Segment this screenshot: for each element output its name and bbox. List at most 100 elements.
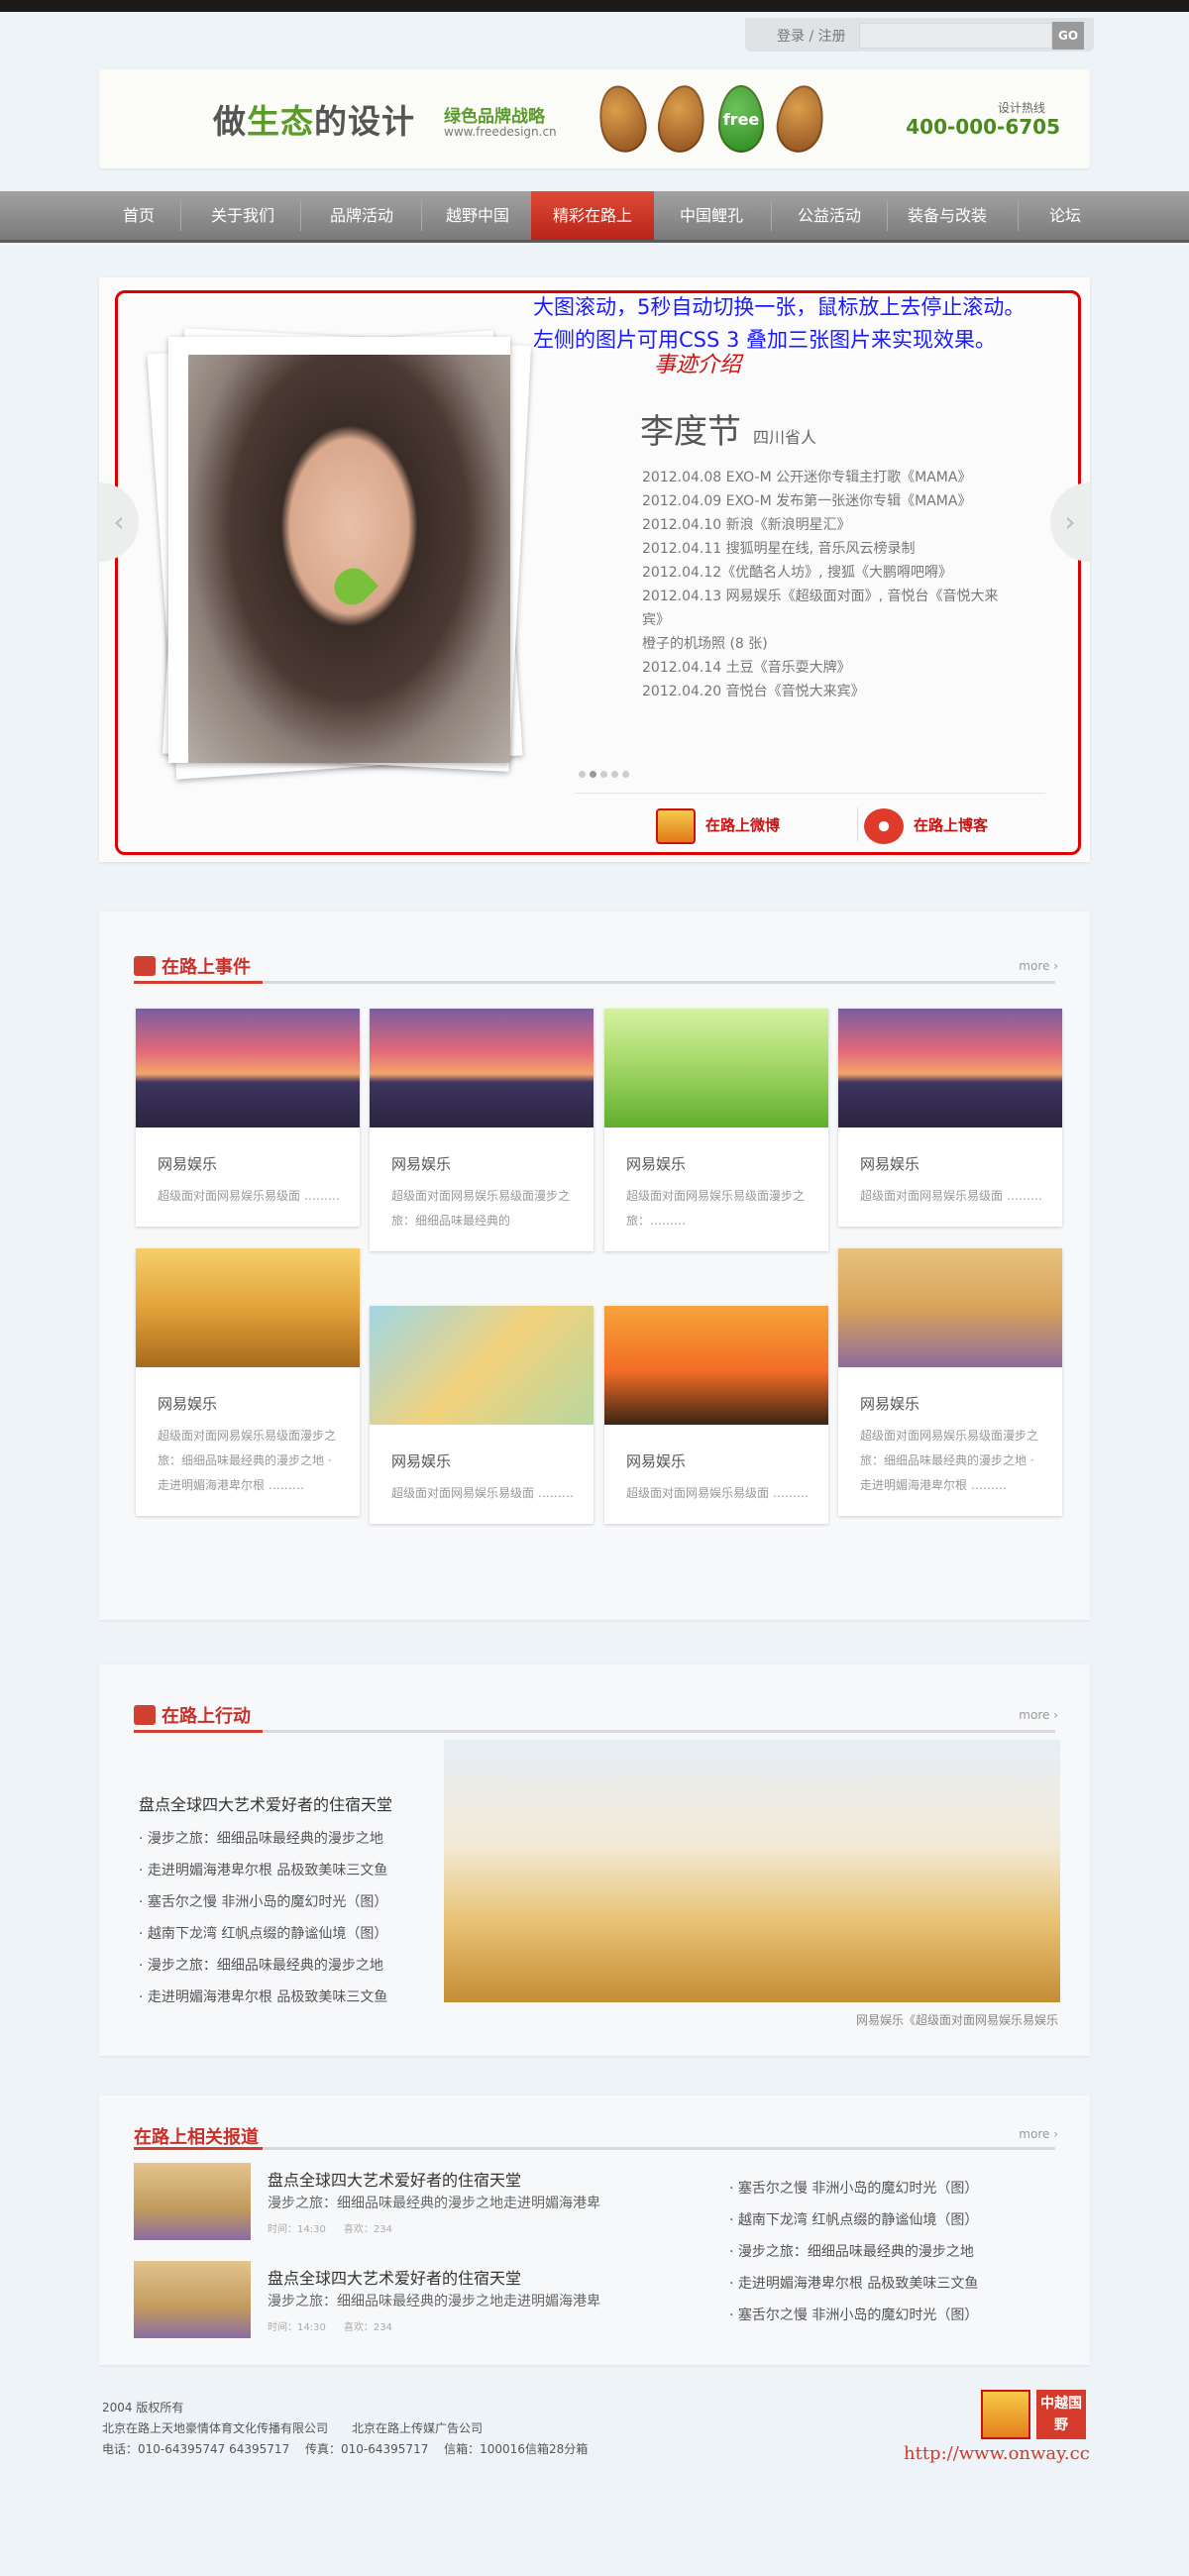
nav-item-forum[interactable]: 论坛 xyxy=(1021,191,1110,240)
section-underline-accent xyxy=(134,2147,263,2150)
report-list-item[interactable]: · 走进明媚海港卑尔根 品极致美味三文鱼 xyxy=(729,2268,1056,2300)
section-title-text: 在路上事件 xyxy=(162,957,251,978)
report-list-item[interactable]: · 塞舌尔之慢 非洲小岛的魔幻时光（图） xyxy=(729,2173,1056,2204)
footer-logo[interactable]: 中越国野 xyxy=(1036,2390,1086,2439)
nav-item-about[interactable]: 关于我们 xyxy=(188,191,297,240)
blog-link[interactable]: 在路上博客 xyxy=(864,805,988,845)
news-time: 时间：14:30 xyxy=(268,2322,326,2333)
action-item[interactable]: · 越南下龙湾 红帆点缀的静谧仙境（图） xyxy=(139,1918,426,1950)
design-note-line: 左侧的图片可用CSS 3 叠加三张图片来实现效果。 xyxy=(533,328,997,352)
leaf-icon xyxy=(593,80,652,158)
nav-divider xyxy=(300,201,301,231)
brand-prefix: 做 xyxy=(213,102,247,141)
nav-item-onroad[interactable]: 精彩在路上 xyxy=(531,191,654,240)
card-title: 网易娱乐 xyxy=(626,1155,687,1173)
event-card[interactable]: 网易娱乐 超级面对面网易娱乐易级面 ……… xyxy=(604,1306,828,1524)
card-title: 网易娱乐 xyxy=(626,1452,687,1470)
card-desc: 超级面对面网易娱乐易级面漫步之旅：……… xyxy=(626,1189,806,1228)
lavender-thumbnail xyxy=(134,2163,251,2240)
action-item[interactable]: · 漫步之旅：细细品味最经典的漫步之地 xyxy=(139,1950,426,1982)
event-item: 2012.04.14 土豆《音乐耍大牌》 xyxy=(642,660,851,676)
leaves-graphic: free xyxy=(593,77,837,161)
news-desc: 漫步之旅：细细品味最经典的漫步之地走进明媚海港卑 xyxy=(268,2294,600,2309)
section-title-text: 在路上行动 xyxy=(162,1706,251,1727)
weibo-link[interactable]: 在路上微博 xyxy=(656,805,780,845)
nav-item-brand[interactable]: 品牌活动 xyxy=(303,191,420,240)
wheat-field-image[interactable] xyxy=(444,1740,1060,2002)
autumn-leaves-image xyxy=(370,1306,594,1425)
slider-dot[interactable] xyxy=(600,771,607,778)
nav-item-home[interactable]: 首页 xyxy=(99,191,178,240)
action-item[interactable]: · 走进明媚海港卑尔根 品极致美味三文鱼 xyxy=(139,1982,426,2013)
brand-suffix: 的设计 xyxy=(314,102,415,141)
nav-item-charity[interactable]: 公益活动 xyxy=(774,191,885,240)
wheat-field-image xyxy=(136,1248,360,1367)
action-item[interactable]: · 走进明媚海港卑尔根 品极致美味三文鱼 xyxy=(139,1855,426,1886)
person-origin: 四川省人 xyxy=(753,428,817,447)
slider-dot[interactable] xyxy=(579,771,586,778)
nav-item-gear[interactable]: 装备与改装 xyxy=(890,191,1005,240)
report-list-item[interactable]: · 塞舌尔之慢 非洲小岛的魔幻时光（图） xyxy=(729,2300,1056,2331)
girl-portrait-image xyxy=(188,355,510,763)
action-item[interactable]: · 塞舌尔之慢 非洲小岛的魔幻时光（图） xyxy=(139,1886,426,1918)
footer-url[interactable]: http://www.onway.cc xyxy=(904,2443,1090,2464)
event-item: 2012.04.11 搜狐明星在线, 音乐风云榜录制 xyxy=(642,541,916,557)
event-card[interactable]: 网易娱乐 超级面对面网易娱乐易级面漫步之旅：细细品味最经典的漫步之地 · 走进明… xyxy=(838,1248,1062,1516)
news-item[interactable]: 盘点全球四大艺术爱好者的住宿天堂 漫步之旅：细细品味最经典的漫步之地走进明媚海港… xyxy=(134,2163,649,2244)
news-time: 时间：14:30 xyxy=(268,2224,326,2235)
more-link[interactable]: more › xyxy=(1019,959,1058,973)
nav-item-offroad[interactable]: 越野中国 xyxy=(424,191,531,240)
leaf-icon xyxy=(654,82,709,156)
weibo-icon xyxy=(864,807,904,844)
news-likes: 喜欢：234 xyxy=(343,2322,392,2333)
news-likes: 喜欢：234 xyxy=(343,2224,392,2235)
nav-item-carp[interactable]: 中国鲤孔 xyxy=(654,191,769,240)
more-link[interactable]: more › xyxy=(1019,2127,1058,2141)
weibo-label: 在路上微博 xyxy=(705,816,781,834)
social-links: 在路上微博 在路上博客 xyxy=(575,793,1045,852)
sunset-tree-image xyxy=(604,1306,828,1425)
event-item: 2012.04.10 新浪《新浪明星汇》 xyxy=(642,517,851,533)
top-black-bar xyxy=(0,0,1189,12)
photo-stack[interactable] xyxy=(147,317,532,780)
event-card[interactable]: 网易娱乐 超级面对面网易娱乐易级面漫步之旅：……… xyxy=(604,1009,828,1251)
login-register-link[interactable]: 登录 / 注册 xyxy=(777,26,846,46)
slider-dot[interactable] xyxy=(622,771,629,778)
grass-hand-image xyxy=(604,1009,828,1127)
section-title: 在路上相关报道 xyxy=(134,2127,259,2148)
news-item[interactable]: 盘点全球四大艺术爱好者的住宿天堂 漫步之旅：细细品味最经典的漫步之地走进明媚海港… xyxy=(134,2261,649,2342)
event-item: 2012.04.09 EXO-M 发布第一张迷你专辑《MAMA》 xyxy=(642,493,972,509)
event-card[interactable]: 网易娱乐 超级面对面网易娱乐易级面 ……… xyxy=(838,1009,1062,1227)
brand-logo-text[interactable]: 做生态的设计 xyxy=(213,95,415,143)
nav-divider xyxy=(771,201,772,231)
report-list-item[interactable]: · 越南下龙湾 红帆点缀的静谧仙境（图） xyxy=(729,2204,1056,2236)
search-go-button[interactable]: GO xyxy=(1052,22,1084,50)
event-card[interactable]: 网易娱乐 超级面对面网易娱乐易级面漫步之旅：细细品味最经典的 xyxy=(370,1009,594,1251)
slider-dot-active[interactable] xyxy=(590,771,596,778)
search-input[interactable] xyxy=(859,23,1052,49)
event-card[interactable]: 网易娱乐 超级面对面网易娱乐易级面漫步之旅：细细品味最经典的漫步之地 · 走进明… xyxy=(136,1248,360,1516)
nav-divider xyxy=(1018,201,1019,231)
divider xyxy=(857,807,858,841)
more-link[interactable]: more › xyxy=(1019,1708,1058,1722)
slider-dot[interactable] xyxy=(611,771,618,778)
action-item[interactable]: · 漫步之旅：细细品味最经典的漫步之地 xyxy=(139,1823,426,1855)
event-item: 2012.04.12《优酷名人坊》, 搜狐《大鹏嘚吧嘚》 xyxy=(642,565,953,581)
action-headline[interactable]: 盘点全球四大艺术爱好者的住宿天堂 xyxy=(139,1791,392,1815)
card-desc: 超级面对面网易娱乐易级面 ……… xyxy=(626,1486,809,1500)
leaf-icon xyxy=(772,81,829,157)
card-title: 网易娱乐 xyxy=(860,1155,920,1173)
nav-divider xyxy=(887,201,888,231)
event-card[interactable]: 网易娱乐 超级面对面网易娱乐易级面 ……… xyxy=(136,1009,360,1227)
event-card[interactable]: 网易娱乐 超级面对面网易娱乐易级面 ……… xyxy=(370,1306,594,1524)
lavender-thumbnail xyxy=(134,2261,251,2338)
brand-green: 生态 xyxy=(247,102,314,141)
intro-tag: 事迹介绍 xyxy=(654,353,742,377)
onway-logo-icon[interactable] xyxy=(981,2390,1030,2439)
main-nav: 首页 关于我们 品牌活动 越野中国 精彩在路上 中国鲤孔 公益活动 装备与改装 … xyxy=(0,191,1189,243)
report-list-item[interactable]: · 漫步之旅：细细品味最经典的漫步之地 xyxy=(729,2236,1056,2268)
card-desc: 超级面对面网易娱乐易级面 ……… xyxy=(158,1189,340,1203)
free-label: free xyxy=(722,110,760,129)
castle-sunset-image xyxy=(136,1009,360,1127)
onway-logo-icon xyxy=(656,807,696,844)
